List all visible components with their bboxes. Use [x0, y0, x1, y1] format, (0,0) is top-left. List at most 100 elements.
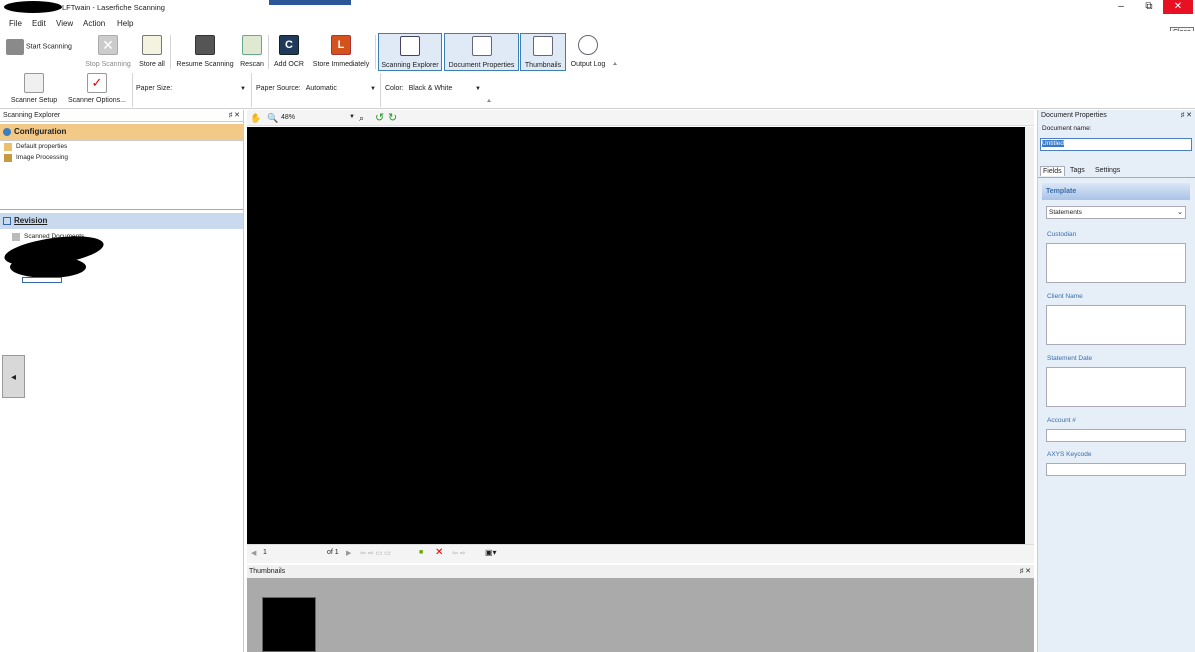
menu-edit[interactable]: Edit — [32, 19, 46, 28]
setup-gear-icon — [24, 73, 44, 93]
scanning-explorer-label: Scanning Explorer — [381, 62, 439, 69]
scanning-explorer-button[interactable]: Scanning Explorer — [378, 33, 442, 71]
document-canvas[interactable] — [247, 127, 1025, 544]
axys-keycode-field[interactable] — [1046, 463, 1186, 476]
paper-source-value: Automatic — [305, 85, 337, 92]
window-title: LFTwain - Laserfiche Scanning — [62, 3, 165, 12]
paper-size-combo[interactable]: Paper Size: ▼ — [136, 85, 248, 97]
separator — [268, 35, 269, 69]
move-page-icon[interactable]: ⇦ ⇨ — [452, 549, 466, 557]
pin-close-icon[interactable]: ♯ ✕ — [1181, 110, 1192, 122]
page-tools-icon[interactable]: ⇦ ⇨ ▭ ▭ — [360, 549, 391, 557]
start-scanning-button[interactable]: Start Scanning — [6, 39, 80, 55]
paper-source-combo[interactable]: Paper Source: Automatic ▼ — [256, 85, 378, 97]
chevron-down-icon: ▼ — [370, 86, 376, 92]
scanner-options-button[interactable]: ✓ Scanner Options... — [64, 73, 130, 104]
taskbar-highlight — [269, 0, 351, 5]
client-name-field[interactable] — [1046, 305, 1186, 345]
tree-item-label: Image Processing — [16, 154, 69, 161]
tab-tags[interactable]: Tags — [1070, 167, 1085, 174]
template-select[interactable]: Statements ⌄ — [1046, 206, 1186, 219]
menu-view[interactable]: View — [56, 19, 73, 28]
page-navigation: ◀ 1 of 1 ▶ ⇦ ⇨ ▭ ▭ ■ ✕ ⇦ ⇨ ▣▾ — [247, 544, 1034, 563]
zoom-icon[interactable]: 🔍 — [267, 113, 278, 124]
prev-page-icon[interactable]: ◀ — [251, 549, 256, 557]
rescan-icon — [242, 35, 262, 55]
restore-button[interactable]: ⧉ — [1135, 0, 1163, 14]
chevron-down-icon[interactable]: ▼ — [349, 114, 355, 120]
tree-item-default-properties[interactable]: Default properties — [0, 141, 243, 152]
template-value: Statements — [1049, 209, 1082, 216]
rotate-right-icon[interactable]: ↻ — [388, 111, 397, 124]
document-name-value: Untitled — [1042, 140, 1065, 147]
store-all-button[interactable]: Store all — [137, 35, 167, 68]
close-button[interactable]: ✕ — [1163, 0, 1193, 14]
account-field[interactable] — [1046, 429, 1186, 442]
store-immediately-button[interactable]: L Store Immediately — [310, 35, 372, 68]
hand-icon[interactable]: ✋ — [250, 113, 261, 124]
paper-size-label: Paper Size: — [136, 85, 173, 92]
delete-page-icon[interactable]: ✕ — [435, 547, 443, 558]
rescan-button[interactable]: Rescan — [239, 35, 265, 68]
page-number[interactable]: 1 — [263, 549, 267, 556]
revision-label: Revision — [14, 216, 48, 225]
color-label: Color: — [385, 85, 404, 92]
overflow-icon[interactable]: ⩡ — [613, 61, 617, 69]
custodian-label: Custodian — [1047, 231, 1077, 238]
separator — [375, 35, 376, 69]
menu-help[interactable]: Help — [117, 19, 133, 28]
revision-header[interactable]: Revision — [0, 213, 243, 229]
menu-bar: File Edit View Action Help — [0, 16, 1195, 31]
configuration-list: Default properties Image Processing — [0, 140, 243, 210]
custodian-field[interactable] — [1046, 243, 1186, 283]
image-icon — [4, 154, 12, 162]
add-ocr-button[interactable]: C Add OCR — [272, 35, 306, 68]
stop-scanning-label: Stop Scanning — [85, 61, 131, 68]
rescan-label: Rescan — [240, 61, 264, 68]
image-options-icon[interactable]: ▣▾ — [485, 548, 497, 557]
separator — [132, 73, 133, 107]
insert-page-icon[interactable]: ■ — [419, 549, 423, 556]
tab-settings[interactable]: Settings — [1095, 167, 1120, 174]
statement-date-field[interactable] — [1046, 367, 1186, 407]
document-name-field[interactable]: Untitled — [1040, 138, 1192, 151]
page-thumbnail[interactable] — [262, 597, 316, 652]
toolbar-ribbon: Start Scanning ✕ Stop Scanning Store all… — [0, 31, 1195, 109]
store-all-label: Store all — [139, 61, 165, 68]
overflow-icon[interactable]: ⩡ — [487, 98, 491, 106]
scanner-icon — [6, 39, 24, 55]
thumbnails-panel: Thumbnails ♯ ✕ — [247, 565, 1034, 652]
rotate-left-icon[interactable]: ↺ — [375, 111, 384, 124]
menu-file[interactable]: File — [9, 19, 22, 28]
pin-close-icon[interactable]: ♯ ✕ — [229, 110, 240, 122]
configuration-header[interactable]: Configuration — [0, 124, 243, 140]
color-value: Black & White — [408, 85, 453, 92]
paper-source-label: Paper Source: — [256, 85, 301, 92]
tab-fields[interactable]: Fields — [1040, 166, 1065, 176]
zoom-level[interactable]: 48% — [281, 114, 295, 121]
vertical-scrollbar[interactable] — [1025, 127, 1034, 544]
checkmark-icon: ✓ — [87, 73, 107, 93]
tree-item-image-processing[interactable]: Image Processing — [0, 152, 243, 163]
menu-action[interactable]: Action — [83, 19, 105, 28]
output-log-button[interactable]: Output Log — [568, 35, 608, 68]
thumbnails-button[interactable]: Thumbnails — [520, 33, 566, 71]
minimize-button[interactable]: – — [1107, 0, 1135, 14]
printer-icon — [195, 35, 215, 55]
collapse-handle[interactable]: ◂ — [2, 355, 25, 398]
document-properties-button[interactable]: Document Properties — [444, 33, 519, 71]
stop-scanning-button[interactable]: ✕ Stop Scanning — [84, 35, 132, 68]
panel-title: Scanning Explorer — [3, 112, 61, 119]
scanning-explorer-panel: Scanning Explorer ♯ ✕ Configuration Defa… — [0, 110, 244, 652]
scanner-setup-button[interactable]: Scanner Setup — [8, 73, 60, 104]
pin-close-icon[interactable]: ♯ ✕ — [1020, 565, 1031, 578]
tree-item-label: Default properties — [16, 143, 68, 150]
selected-item[interactable] — [22, 277, 62, 283]
thumbnails-label: Thumbnails — [524, 62, 562, 69]
resume-scanning-button[interactable]: Resume Scanning — [174, 35, 236, 68]
next-page-icon[interactable]: ▶ — [346, 549, 351, 557]
document-properties-label: Document Properties — [448, 62, 515, 69]
zoom-out-icon[interactable]: ⌕ — [359, 113, 364, 124]
color-combo[interactable]: Color: Black & White ▼ — [385, 85, 483, 97]
title-bar: LFTwain - Laserfiche Scanning – ⧉ ✕ — [0, 0, 1195, 16]
